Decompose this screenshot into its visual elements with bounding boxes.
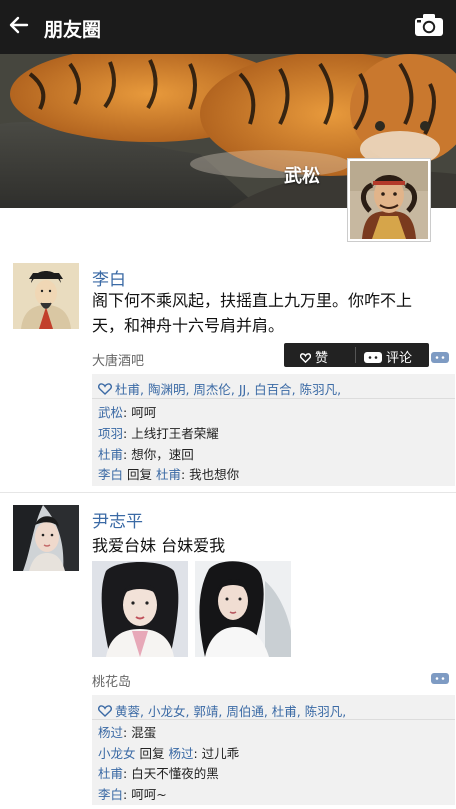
comment-button[interactable]: 评论 [364, 347, 412, 366]
likes-list[interactable]: 黄蓉, 小龙女, 郭靖, 周伯通, 杜甫, 陈羽凡, [115, 704, 346, 719]
post-author-name[interactable]: 李白 [92, 265, 126, 290]
comment-sep: : [123, 426, 132, 441]
comment-row[interactable]: 武松: 呵呵 [98, 402, 156, 421]
comment-text: 上线打王者荣耀 [131, 426, 219, 441]
more-actions-icon[interactable] [431, 352, 449, 363]
post-location[interactable]: 大唐酒吧 [92, 350, 144, 369]
feedback-divider [92, 398, 455, 399]
comment-user[interactable]: 项羽 [98, 426, 123, 441]
popup-divider [355, 347, 356, 363]
post-divider [0, 492, 456, 493]
heart-outline-icon [98, 383, 112, 395]
like-label: 赞 [315, 351, 329, 366]
likes-row: 黄蓉, 小龙女, 郭靖, 周伯通, 杜甫, 陈羽凡, [98, 701, 346, 720]
heart-icon [299, 353, 312, 364]
comment-row[interactable]: 杜甫: 想你，速回 [98, 444, 194, 463]
comment-user[interactable]: 李白 [98, 787, 123, 802]
back-arrow-icon[interactable] [8, 14, 30, 36]
like-comment-popup: 赞 评论 [284, 343, 429, 367]
reply-word: 回复 [123, 467, 156, 482]
comment-sep: : [123, 766, 132, 781]
comment-row[interactable]: 项羽: 上线打王者荣耀 [98, 423, 219, 442]
comment-user[interactable]: 小龙女 [98, 746, 136, 761]
comment-row[interactable]: 小龙女 回复 杨过: 过儿乖 [98, 743, 239, 762]
comment-text: 混蛋 [131, 725, 157, 740]
post-author-name[interactable]: 尹志平 [92, 507, 143, 532]
more-actions-icon[interactable] [431, 673, 449, 684]
comment-user[interactable]: 杜甫 [98, 447, 123, 462]
comment-user[interactable]: 杨过 [98, 725, 123, 740]
comment-row[interactable]: 李白 回复 杜甫: 我也想你 [98, 464, 239, 483]
post-photo-1[interactable] [92, 561, 188, 657]
reply-word: 回复 [135, 746, 169, 761]
feedback-box: 杜甫, 陶渊明, 周杰伦, JJ, 白百合, 陈羽凡, 武松: 呵呵 项羽: 上… [92, 374, 455, 486]
comment-text: 过儿乖 [201, 746, 240, 761]
comment-label: 评论 [386, 351, 413, 366]
feedback-divider [92, 719, 455, 720]
reply-to-user[interactable]: 杜甫 [156, 467, 181, 482]
comment-sep: : [123, 447, 132, 462]
likes-list[interactable]: 杜甫, 陶渊明, 周杰伦, JJ, 白百合, 陈羽凡, [115, 382, 341, 397]
comment-sep: : [180, 467, 190, 482]
comment-row[interactable]: 杨过: 混蛋 [98, 722, 156, 741]
feedback-box: 黄蓉, 小龙女, 郭靖, 周伯通, 杜甫, 陈羽凡, 杨过: 混蛋 小龙女 回复… [92, 695, 455, 805]
reply-to-user[interactable]: 杨过 [168, 746, 193, 761]
comment-user[interactable]: 杜甫 [98, 766, 123, 781]
post-text: 阁下何不乘风起，扶摇直上九万里。你咋不上天，和神舟十六号肩并肩。 [92, 291, 413, 335]
comment-text: 我也想你 [189, 467, 240, 482]
photo-image [92, 561, 188, 657]
comment-sep: : [193, 746, 202, 761]
like-button[interactable]: 赞 [299, 347, 329, 366]
photo-image [195, 561, 291, 657]
comment-user[interactable]: 武松 [98, 405, 123, 420]
post-avatar-libai[interactable] [13, 263, 79, 329]
post-location[interactable]: 桃花岛 [92, 671, 131, 690]
comment-text: 呵呵~ [131, 787, 167, 802]
post-text: 我爱台妹 台妹爱我 [92, 536, 226, 555]
comment-sep: : [123, 725, 132, 740]
warrior-avatar-image [350, 161, 428, 239]
comment-sep: : [123, 405, 132, 420]
post-photo-2[interactable] [195, 561, 291, 657]
comment-user[interactable]: 李白 [98, 467, 123, 482]
cover-avatar[interactable] [347, 158, 431, 242]
comment-icon [364, 352, 382, 363]
comment-row[interactable]: 杜甫: 白天不懂夜的黑 [98, 763, 219, 782]
comment-row[interactable]: 李白: 呵呵~ [98, 784, 167, 803]
post-avatar-yinzhiping[interactable] [13, 505, 79, 571]
comment-text: 想你，速回 [131, 447, 194, 462]
comment-text: 白天不懂夜的黑 [131, 766, 219, 781]
heart-outline-icon [98, 705, 112, 717]
cover-user-name: 武松 [284, 166, 320, 187]
top-bar: 朋友圈 [0, 0, 456, 54]
likes-row: 杜甫, 陶渊明, 周杰伦, JJ, 白百合, 陈羽凡, [98, 379, 341, 398]
comment-sep: : [123, 787, 132, 802]
comment-text: 呵呵 [131, 405, 157, 420]
camera-icon[interactable] [414, 13, 444, 37]
page-title: 朋友圈 [44, 19, 102, 41]
